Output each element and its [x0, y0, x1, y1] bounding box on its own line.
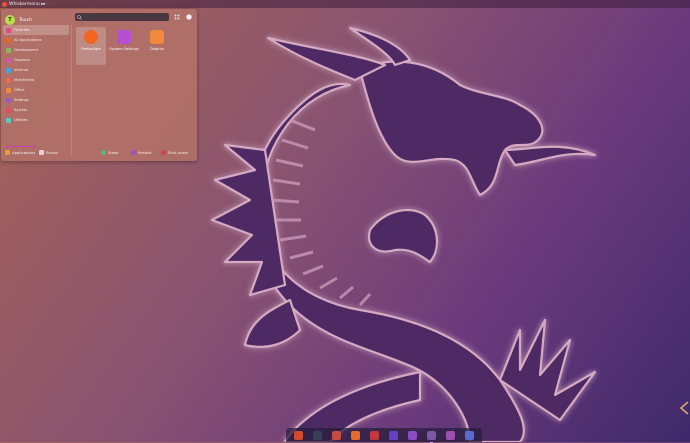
- category-item[interactable]: System: [3, 105, 69, 115]
- category-label: Internet: [14, 68, 29, 72]
- category-label: Favorites: [14, 28, 31, 32]
- category-label: All Applications: [14, 38, 42, 42]
- category-label: Settings: [14, 98, 29, 102]
- view-toggle-icon[interactable]: [174, 14, 180, 20]
- category-icon: [6, 87, 11, 93]
- app-icon: [84, 30, 98, 44]
- category-label: Development: [14, 48, 39, 52]
- shutdown-button[interactable]: Shut down: [161, 149, 191, 155]
- power-toggle-icon[interactable]: [186, 14, 192, 20]
- category-item[interactable]: Office: [3, 85, 69, 95]
- category-label: Graphics: [14, 58, 30, 62]
- dock-mail-icon[interactable]: [408, 430, 417, 440]
- app-icon: [150, 30, 164, 44]
- app-launcher[interactable]: Firefox/Igor: [76, 27, 106, 65]
- dock-browser-icon[interactable]: [351, 430, 360, 440]
- app-launcher[interactable]: Dolphin: [142, 27, 172, 65]
- top-panel: [0, 0, 690, 8]
- dock-vscode-icon[interactable]: [389, 430, 398, 440]
- app-icon: [117, 30, 131, 44]
- dock: [286, 428, 482, 443]
- app-label: System Settings: [109, 47, 139, 51]
- category-icon: [6, 47, 11, 53]
- places-icon: [39, 149, 44, 155]
- category-label: Multimedia: [14, 78, 34, 82]
- app-label: Dolphin: [150, 47, 164, 51]
- category-label: System: [14, 108, 28, 112]
- category-item[interactable]: All Applications: [3, 35, 69, 45]
- dock-search-icon[interactable]: [465, 430, 474, 440]
- app-launcher[interactable]: System Settings: [109, 27, 139, 65]
- category-icon: [6, 107, 11, 113]
- category-icon: [6, 67, 11, 73]
- category-item[interactable]: Favorites: [3, 25, 69, 35]
- applications-label: Applications: [12, 149, 36, 155]
- restart-icon: [131, 149, 136, 155]
- category-item[interactable]: Internet: [3, 65, 69, 75]
- category-item[interactable]: Multimedia: [3, 75, 69, 85]
- category-label: Office: [14, 88, 25, 92]
- menu-footer: Applications Places Sleep Restart Shut d…: [5, 147, 193, 157]
- dock-terminal-icon[interactable]: [313, 430, 322, 440]
- chevron-left-icon[interactable]: [678, 400, 690, 416]
- applications-icon: [5, 149, 10, 155]
- dock-store-icon[interactable]: [446, 430, 455, 440]
- sleep-icon: [101, 149, 106, 155]
- search-box[interactable]: [75, 13, 169, 21]
- username: Touch: [19, 17, 32, 23]
- category-icon: [6, 37, 11, 43]
- category-icon: [6, 27, 11, 33]
- restart-button[interactable]: Restart: [131, 149, 161, 155]
- category-icon: [6, 97, 11, 103]
- category-label: Utilities: [14, 118, 28, 122]
- category-icon: [6, 57, 11, 63]
- dock-firefox-icon[interactable]: [294, 430, 303, 440]
- applications-button[interactable]: Applications: [5, 149, 39, 155]
- sleep-button[interactable]: Sleep: [101, 149, 131, 155]
- app-menu-button[interactable]: Whiskermenu ▸▸: [2, 0, 46, 8]
- category-icon: [6, 77, 11, 83]
- application-menu: T Touch Favorites All Applications Develop…: [1, 9, 197, 161]
- category-item[interactable]: Settings: [3, 95, 69, 105]
- search-input[interactable]: [82, 13, 166, 21]
- divider: [71, 25, 72, 155]
- shutdown-label: Shut down: [168, 149, 189, 155]
- shutdown-icon: [161, 149, 166, 155]
- sleep-label: Sleep: [108, 149, 119, 155]
- app-menu-label: Whiskermenu ▸▸: [9, 1, 46, 7]
- app-menu-icon: [2, 1, 7, 7]
- restart-label: Restart: [138, 149, 152, 155]
- dock-files-icon[interactable]: [332, 430, 341, 440]
- app-grid: Firefox/Igor System Settings Dolphin: [76, 27, 172, 65]
- dock-app-icon[interactable]: [370, 430, 379, 440]
- category-list: Favorites All Applications Development Grap…: [3, 25, 69, 125]
- category-item[interactable]: Graphics: [3, 55, 69, 65]
- category-item[interactable]: Development: [3, 45, 69, 55]
- places-label: Places: [46, 149, 59, 155]
- category-item[interactable]: Utilities: [3, 115, 69, 125]
- app-label: Firefox/Igor: [80, 47, 102, 51]
- places-button[interactable]: Places: [39, 149, 101, 155]
- dock-settings-icon[interactable]: [427, 430, 436, 443]
- category-icon: [6, 117, 11, 123]
- avatar: T: [5, 15, 15, 25]
